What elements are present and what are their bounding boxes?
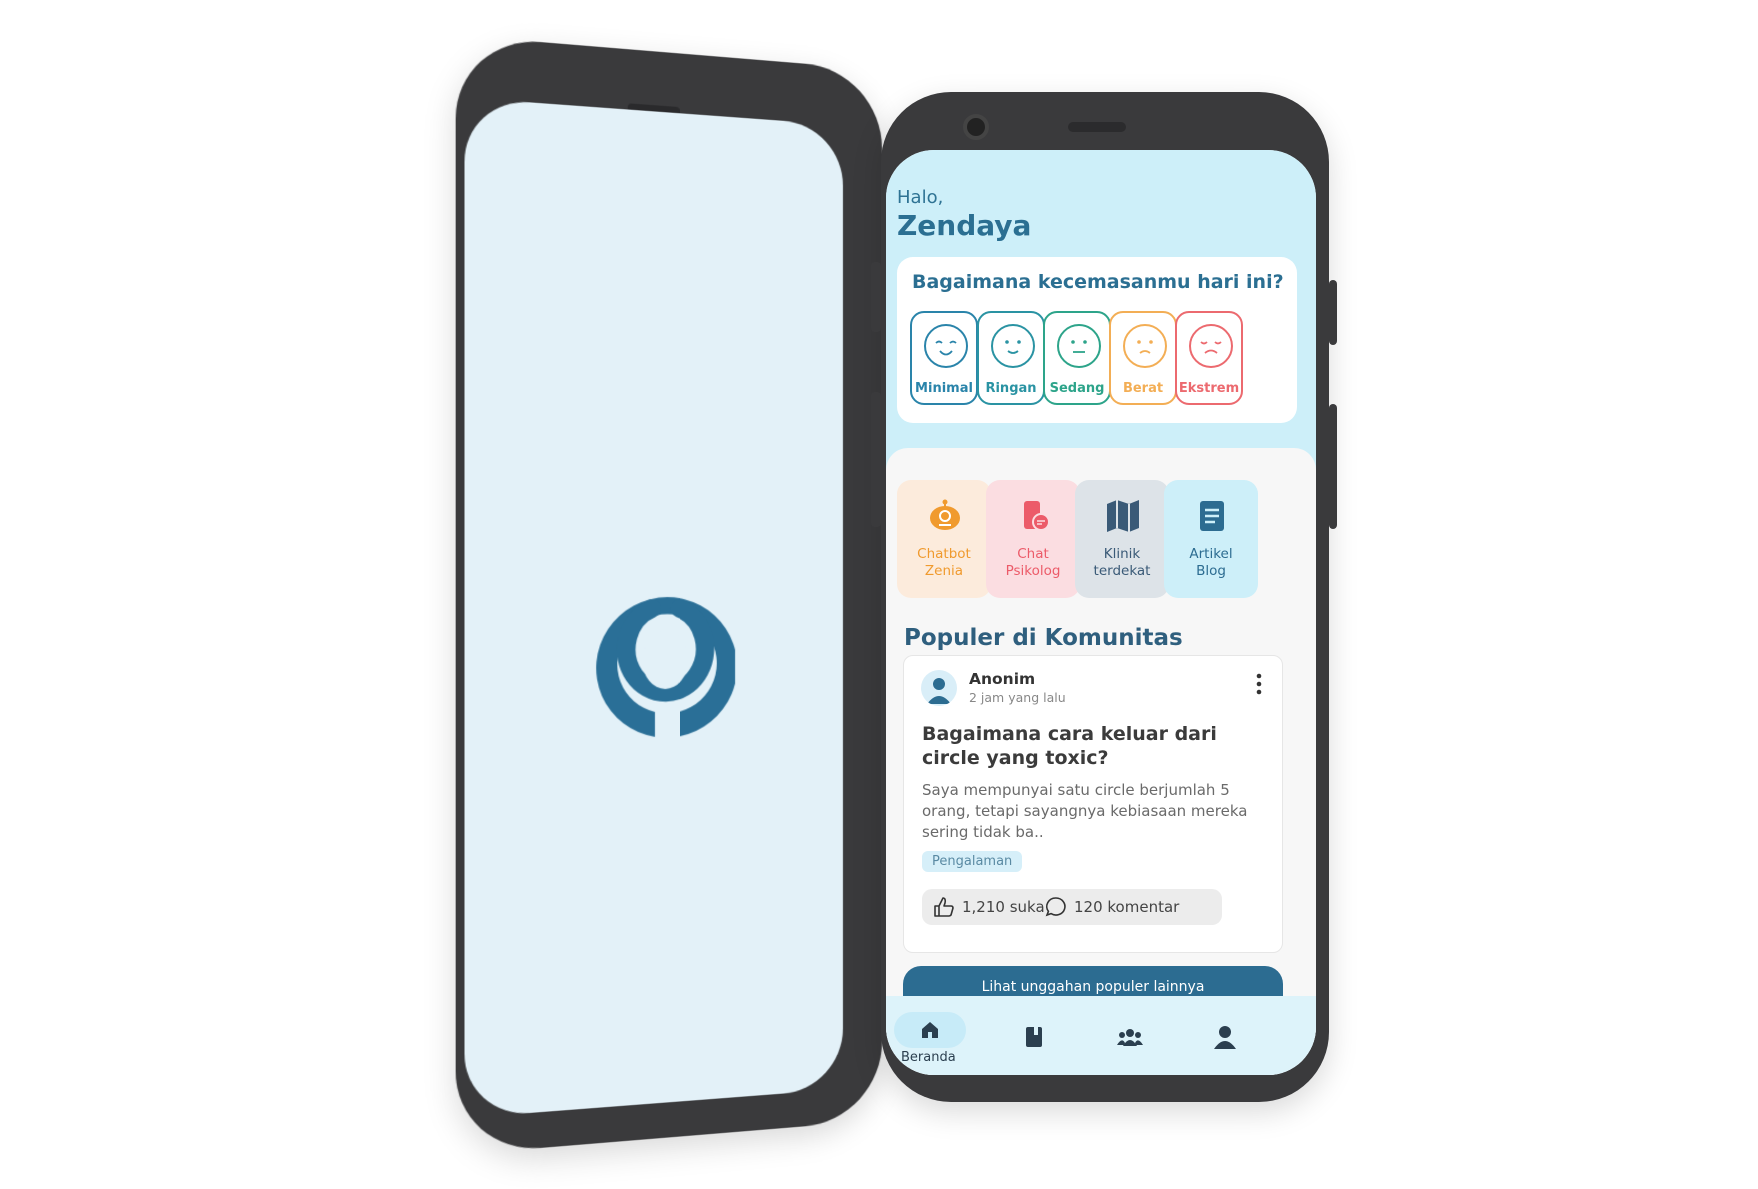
mood-label: Minimal	[912, 381, 976, 396]
mood-option-sedang[interactable]: Sedang	[1043, 311, 1111, 405]
thumbs-up-icon[interactable]	[932, 895, 956, 919]
post-time: 2 jam yang lalu	[969, 690, 1066, 705]
sad-face-icon	[1120, 321, 1170, 371]
community-post-card[interactable]: Anonim 2 jam yang lalu Bagaimana cara ke…	[903, 655, 1283, 953]
feature-artikel-blog[interactable]: Artikel Blog	[1164, 480, 1258, 598]
mood-label: Berat	[1111, 381, 1175, 396]
book-icon	[1024, 1026, 1044, 1048]
side-button	[871, 392, 881, 527]
nav-item-beranda[interactable]: Beranda	[886, 996, 966, 1075]
happy-face-icon	[921, 321, 971, 371]
nav-label-beranda: Beranda	[901, 1050, 956, 1065]
article-icon	[1194, 498, 1230, 534]
feature-label-line2: Psikolog	[1006, 563, 1061, 579]
community-icon	[1117, 1027, 1143, 1047]
nav-item-community[interactable]	[1091, 996, 1171, 1075]
feature-label-line1: Artikel	[1189, 546, 1232, 562]
avatar	[921, 670, 957, 706]
front-camera	[963, 114, 989, 140]
feature-label-line2: terdekat	[1094, 563, 1151, 579]
mood-option-minimal[interactable]: Minimal	[910, 311, 978, 405]
home-phone: Halo, Zendaya Bagaimana kecemasanmu hari…	[881, 92, 1329, 1102]
mood-label: Ekstrem	[1177, 381, 1241, 396]
feature-label-line1: Chat	[1017, 546, 1049, 562]
feature-label: Klinik terdekat	[1075, 546, 1169, 580]
feature-label: Chatbot Zenia	[897, 546, 991, 580]
post-tag[interactable]: Pengalaman	[922, 851, 1022, 872]
comment-count: 120 komentar	[1074, 898, 1179, 916]
side-button-right	[1329, 404, 1337, 529]
mood-label: Ringan	[979, 381, 1043, 396]
neutral-face-icon	[1054, 321, 1104, 371]
bottom-nav: Beranda	[886, 996, 1316, 1075]
feature-label-line2: Blog	[1196, 563, 1226, 579]
crying-face-icon	[1186, 321, 1236, 371]
mood-option-ringan[interactable]: Ringan	[977, 311, 1045, 405]
post-title: Bagaimana cara keluar dari circle yang t…	[922, 722, 1262, 770]
chat-phone-icon	[1016, 498, 1052, 534]
feature-chatbot-zenia[interactable]: Chatbot Zenia	[897, 480, 991, 598]
feature-label-line2: Zenia	[925, 563, 963, 579]
post-author: Anonim	[969, 670, 1035, 688]
map-icon	[1105, 498, 1141, 534]
smile-face-icon	[988, 321, 1038, 371]
nav-item-journal[interactable]	[996, 996, 1076, 1075]
profile-icon	[1214, 1025, 1236, 1049]
feature-chat-psikolog[interactable]: Chat Psikolog	[986, 480, 1080, 598]
feature-klinik-terdekat[interactable]: Klinik terdekat	[1075, 480, 1169, 598]
nav-item-profile[interactable]	[1186, 996, 1266, 1075]
mood-question: Bagaimana kecemasanmu hari ini?	[912, 271, 1284, 293]
feature-label: Artikel Blog	[1164, 546, 1258, 580]
speaker-grille	[1068, 122, 1126, 132]
splash-phone	[456, 35, 882, 1155]
like-count: 1,210 suka	[962, 898, 1045, 916]
app-logo-icon	[594, 579, 735, 746]
feature-label: Chat Psikolog	[986, 546, 1080, 580]
robot-icon	[927, 498, 963, 534]
mood-label: Sedang	[1045, 381, 1109, 396]
volume-button	[871, 262, 881, 332]
community-section-title: Populer di Komunitas	[904, 625, 1183, 651]
mood-card: Bagaimana kecemasanmu hari ini? Minimal …	[897, 257, 1297, 423]
splash-screen	[464, 98, 842, 1118]
mood-option-ekstrem[interactable]: Ekstrem	[1175, 311, 1243, 405]
more-options-icon[interactable]	[1256, 672, 1262, 696]
home-icon	[920, 1020, 940, 1040]
greeting-name: Zendaya	[897, 209, 1031, 242]
mood-option-berat[interactable]: Berat	[1109, 311, 1177, 405]
reaction-bar: 1,210 suka 120 komentar	[922, 889, 1222, 925]
feature-label-line1: Klinik	[1104, 546, 1140, 562]
greeting-hello: Halo,	[897, 187, 943, 208]
feature-label-line1: Chatbot	[917, 546, 971, 562]
user-avatar-icon	[921, 670, 957, 706]
post-body: Saya mempunyai satu circle berjumlah 5 o…	[922, 780, 1267, 843]
home-screen: Halo, Zendaya Bagaimana kecemasanmu hari…	[886, 150, 1316, 1075]
power-button	[1329, 280, 1337, 345]
comment-icon[interactable]	[1044, 895, 1068, 919]
